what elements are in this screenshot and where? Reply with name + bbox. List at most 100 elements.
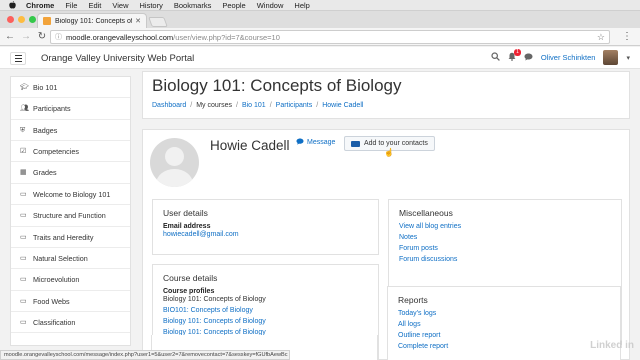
apple-icon[interactable]: [8, 1, 16, 9]
folder-icon: ▭: [20, 297, 27, 305]
forward-arrow-icon[interactable]: →: [20, 31, 32, 42]
reload-icon[interactable]: ↻: [36, 31, 48, 42]
sidebar-item-traits-heredity[interactable]: ▭ Traits and Heredity: [11, 227, 130, 248]
zoom-window-button[interactable]: [29, 16, 36, 23]
sidebar-item-participants[interactable]: 👥︎ Participants: [11, 98, 130, 120]
sidebar-item-microevolution[interactable]: ▭ Microevolution: [11, 269, 130, 291]
notes-link[interactable]: Notes: [399, 234, 611, 241]
sidebar-item-grades[interactable]: ▦ Grades: [11, 162, 130, 184]
browser-menu-icon[interactable]: ⋮: [622, 31, 632, 42]
todays-logs-link[interactable]: Today's logs: [398, 310, 610, 317]
email-label: Email address: [163, 223, 211, 230]
search-icon[interactable]: [491, 52, 500, 63]
reports-heading: Reports: [398, 295, 428, 305]
sidebar-item-structure-function[interactable]: ▭ Structure and Function: [11, 205, 130, 227]
breadcrumb-separator: /: [190, 102, 193, 109]
breadcrumb-separator: /: [236, 102, 238, 109]
outline-report-link[interactable]: Outline report: [398, 332, 610, 339]
sidebar-item-bio101[interactable]: 🎓︎ Bio 101: [11, 77, 130, 99]
address-bar[interactable]: ⓘ moodle.orangevalleyschool.com/user/vie…: [50, 30, 610, 44]
breadcrumb-user[interactable]: Howie Cadell: [322, 102, 363, 109]
new-tab-button[interactable]: [148, 17, 168, 27]
breadcrumb-participants[interactable]: Participants: [276, 102, 313, 109]
link-status-bar: moodle.orangevalleyschool.com/message/in…: [0, 350, 290, 360]
browser-tab[interactable]: Biology 101: Concepts of Bio... ✕: [37, 13, 147, 28]
menu-help[interactable]: Help: [294, 1, 309, 10]
site-header: Orange Valley University Web Portal 1 Ol…: [0, 47, 640, 69]
menu-window[interactable]: Window: [257, 1, 284, 10]
add-contact-label: Add to your contacts: [364, 140, 428, 147]
chevron-down-icon[interactable]: ▾: [626, 54, 630, 62]
message-button[interactable]: Message: [296, 138, 335, 147]
menu-people[interactable]: People: [222, 1, 245, 10]
sidebar-item-competencies[interactable]: ☑ Competencies: [11, 141, 130, 163]
user-details-card: User details Email address howiecadell@g…: [152, 199, 379, 255]
notification-count-badge: 1: [514, 49, 521, 56]
messages-bubble-icon[interactable]: [524, 53, 533, 63]
user-avatar[interactable]: [603, 50, 619, 65]
sidebar-item-natural-selection[interactable]: ▭ Natural Selection: [11, 248, 130, 270]
url-path: /user/view.php?id=7&course=10: [173, 32, 280, 42]
page-info-icon[interactable]: ⓘ: [55, 32, 62, 42]
graduation-cap-icon: 🎓︎: [20, 84, 29, 91]
nav-drawer-toggle-button[interactable]: [10, 52, 26, 65]
sidebar-item-label: Structure and Function: [33, 211, 106, 221]
folder-icon: ▭: [20, 276, 27, 284]
window-controls: [7, 16, 36, 23]
folder-icon: ▭: [20, 190, 27, 198]
sidebar-item-label: Grades: [33, 168, 57, 178]
breadcrumb-dashboard[interactable]: Dashboard: [152, 102, 186, 109]
course-profile-link[interactable]: Biology 101: Concepts of Biology: [163, 318, 368, 325]
view-blog-entries-link[interactable]: View all blog entries: [399, 223, 611, 230]
page-title: Biology 101: Concepts of Biology: [152, 76, 402, 95]
sidebar-item-welcome[interactable]: ▭ Welcome to Biology 101: [11, 184, 130, 206]
notifications-bell-icon[interactable]: 1: [508, 49, 521, 63]
menu-history[interactable]: History: [140, 1, 163, 10]
course-details-heading: Course details: [163, 273, 218, 283]
profile-name: Howie Cadell: [210, 138, 290, 153]
site-name[interactable]: Orange Valley University Web Portal: [41, 53, 194, 64]
reports-card: Reports Today's logs All logs Outline re…: [387, 286, 621, 360]
tab-title: Biology 101: Concepts of Bio...: [55, 17, 133, 25]
folder-icon: ▭: [20, 318, 27, 326]
user-details-heading: User details: [163, 208, 208, 218]
menu-file[interactable]: File: [65, 1, 77, 10]
bookmark-star-icon[interactable]: ☆: [597, 32, 605, 43]
breadcrumb-my-courses: My courses: [196, 102, 232, 109]
menu-edit[interactable]: Edit: [88, 1, 101, 10]
minimize-window-button[interactable]: [18, 16, 25, 23]
message-button-label: Message: [307, 139, 336, 146]
url-host: moodle.orangevalleyschool.com: [66, 32, 174, 42]
menu-view[interactable]: View: [112, 1, 128, 10]
menu-app-name[interactable]: Chrome: [26, 1, 54, 10]
address-card-icon: [351, 140, 360, 147]
message-bubble-icon: [296, 138, 304, 147]
forum-discussions-link[interactable]: Forum discussions: [399, 256, 611, 263]
user-menu-name[interactable]: Oliver Schinkten: [541, 53, 596, 62]
sidebar-item-label: Competencies: [33, 147, 79, 157]
back-arrow-icon[interactable]: ←: [4, 31, 16, 42]
course-profile-link[interactable]: Biology 101: Concepts of Biology: [163, 296, 368, 303]
breadcrumb-bio101[interactable]: Bio 101: [242, 102, 266, 109]
sidebar-item-label: Participants: [33, 104, 71, 114]
sidebar-item-label: Natural Selection: [33, 253, 88, 263]
sidebar-item-classification[interactable]: ▭ Classification: [11, 312, 130, 334]
check-square-icon: ☑: [20, 148, 27, 156]
forum-posts-link[interactable]: Forum posts: [399, 245, 611, 252]
course-profile-link[interactable]: BIO101: Concepts of Biology: [163, 307, 368, 314]
email-link[interactable]: howiecadell@gmail.com: [163, 231, 368, 238]
all-logs-link[interactable]: All logs: [398, 321, 610, 328]
sidebar-item-label: Microevolution: [33, 275, 80, 285]
table-icon: ▦: [20, 169, 27, 177]
close-window-button[interactable]: [7, 16, 14, 23]
breadcrumb: Dashboard / My courses / Bio 101 / Parti…: [152, 102, 363, 109]
sidebar-item-badges[interactable]: ⛨ Badges: [11, 120, 130, 142]
browser-toolbar: ← → ↻ ⓘ moodle.orangevalleyschool.com/us…: [0, 28, 640, 46]
menu-bookmarks[interactable]: Bookmarks: [174, 1, 212, 10]
sidebar-item-food-webs[interactable]: ▭ Food Webs: [11, 291, 130, 312]
complete-report-link[interactable]: Complete report: [398, 343, 610, 350]
close-tab-icon[interactable]: ✕: [135, 17, 141, 25]
breadcrumb-separator: /: [316, 102, 319, 109]
nav-drawer: 🎓︎ Bio 101 👥︎ Participants ⛨ Badges ☑ Co…: [10, 76, 131, 346]
user-nav: 1 Oliver Schinkten ▾: [491, 49, 630, 65]
